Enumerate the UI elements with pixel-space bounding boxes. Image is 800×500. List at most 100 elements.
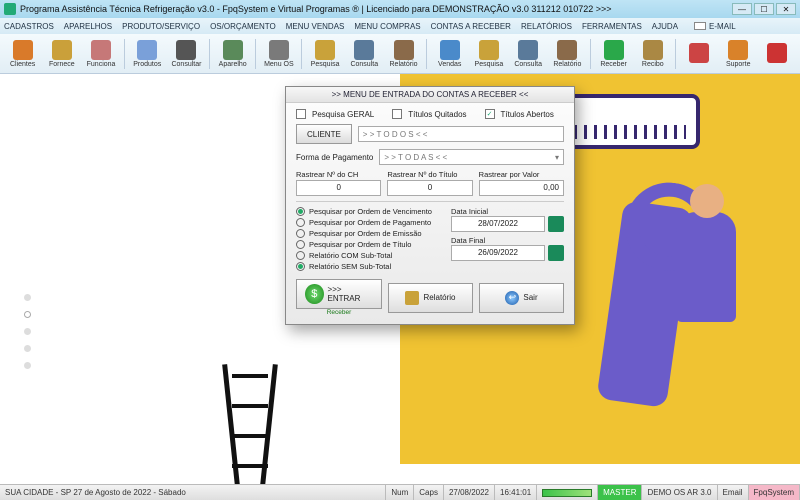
menu-receber[interactable]: CONTAS A RECEBER [431, 22, 511, 31]
status-date: 27/08/2022 [444, 485, 495, 500]
toolbar-icon [479, 40, 499, 60]
toolbar-recibo[interactable]: Recibo [634, 36, 671, 72]
radio-option[interactable]: Relatório SEM Sub-Total [296, 262, 443, 271]
toolbar-icon [176, 40, 196, 60]
toolbar-icon [767, 43, 787, 63]
carousel-dots [24, 294, 31, 369]
window-title: Programa Assistência Técnica Refrigeraçã… [20, 4, 612, 14]
toolbar-icon [518, 40, 538, 60]
toolbar: ClientesForneceFunciona ProdutosConsultar… [0, 34, 800, 74]
radio-icon [296, 218, 305, 227]
report-icon [405, 291, 419, 305]
toolbar-icon [643, 40, 663, 60]
menu-email[interactable]: E-MAIL [694, 22, 736, 31]
toolbar-consulta[interactable]: Consulta [510, 36, 547, 72]
technician-illustration [610, 184, 750, 434]
toolbar-consulta[interactable]: Consulta [346, 36, 383, 72]
dialog-title: >> MENU DE ENTRADA DO CONTAS A RECEBER <… [286, 87, 574, 103]
app-icon [4, 3, 16, 15]
toolbar-icon [315, 40, 335, 60]
chevron-down-icon: ▾ [555, 153, 559, 162]
checkbox-titulos-quitados[interactable] [392, 109, 402, 119]
cliente-field[interactable]: > > T O D O S < < [358, 126, 564, 142]
toolbar-icon [91, 40, 111, 60]
toolbar-receber[interactable]: Receber [595, 36, 632, 72]
menu-ferramentas[interactable]: FERRAMENTAS [582, 22, 642, 31]
sair-button[interactable]: ↩ Sair [479, 283, 564, 313]
rastrear-ch-input[interactable]: 0 [296, 180, 381, 196]
toolbar-produtos[interactable]: Produtos [129, 36, 166, 72]
forma-pagamento-select[interactable]: > > T O D A S < < ▾ [379, 149, 564, 165]
status-progress [537, 485, 598, 500]
status-demo: DEMO OS AR 3.0 [642, 485, 717, 500]
cliente-button[interactable]: CLIENTE [296, 124, 352, 144]
data-final-input[interactable]: 26/09/2022 [451, 245, 545, 261]
toolbar-aparelho[interactable]: Aparelho [214, 36, 251, 72]
menu-compras[interactable]: MENU COMPRAS [354, 22, 420, 31]
dot[interactable] [24, 345, 31, 352]
toolbar-clientes[interactable]: Clientes [4, 36, 41, 72]
toolbar-icon [52, 40, 72, 60]
radio-option[interactable]: Pesquisar por Ordem de Título [296, 240, 443, 249]
checkbox-titulos-abertos[interactable]: ✓ [485, 109, 495, 119]
toolbar-icon [604, 40, 624, 60]
toolbar-pesquisa[interactable]: Pesquisa [306, 36, 343, 72]
checkbox-pesquisa-geral[interactable] [296, 109, 306, 119]
menu-vendas[interactable]: MENU VENDAS [286, 22, 345, 31]
toolbar-icon [137, 40, 157, 60]
calendar-icon[interactable] [548, 216, 564, 232]
close-button[interactable]: ✕ [776, 3, 796, 15]
maximize-button[interactable]: ☐ [754, 3, 774, 15]
dot[interactable] [24, 362, 31, 369]
menu-aparelhos[interactable]: APARELHOS [64, 22, 112, 31]
menu-bar: CADASTROS APARELHOS PRODUTO/SERVIÇO OS/O… [0, 18, 800, 34]
toolbar-icon[interactable] [680, 36, 717, 72]
toolbar-icon[interactable] [759, 36, 796, 72]
contas-receber-dialog: >> MENU DE ENTRADA DO CONTAS A RECEBER <… [285, 86, 575, 325]
menu-os[interactable]: OS/ORÇAMENTO [210, 22, 276, 31]
money-icon: $ [305, 284, 324, 304]
toolbar-icon [269, 40, 289, 60]
toolbar-pesquisa[interactable]: Pesquisa [470, 36, 507, 72]
toolbar-icon [394, 40, 414, 60]
toolbar-vendas[interactable]: Vendas [431, 36, 468, 72]
toolbar-suporte[interactable]: Suporte [720, 36, 757, 72]
dot[interactable] [24, 328, 31, 335]
status-master: MASTER [598, 485, 642, 500]
status-city: SUA CIDADE - SP 27 de Agosto de 2022 - S… [0, 485, 386, 500]
toolbar-relatório[interactable]: Relatório [385, 36, 422, 72]
toolbar-funciona[interactable]: Funciona [82, 36, 119, 72]
toolbar-icon [440, 40, 460, 60]
menu-produto[interactable]: PRODUTO/SERVIÇO [122, 22, 200, 31]
status-num: Num [386, 485, 414, 500]
radio-icon [296, 240, 305, 249]
status-fpq[interactable]: FpqSystem [749, 485, 800, 500]
rastrear-valor-input[interactable]: 0,00 [479, 180, 564, 196]
calendar-icon[interactable] [548, 245, 564, 261]
exit-icon: ↩ [505, 291, 519, 305]
relatorio-button[interactable]: Relatório [388, 283, 473, 313]
menu-cadastros[interactable]: CADASTROS [4, 22, 54, 31]
dot-active[interactable] [24, 311, 31, 318]
rastrear-titulo-input[interactable]: 0 [387, 180, 472, 196]
radio-option[interactable]: Pesquisar por Ordem de Vencimento [296, 207, 443, 216]
toolbar-fornece[interactable]: Fornece [43, 36, 80, 72]
dot[interactable] [24, 294, 31, 301]
minimize-button[interactable]: — [732, 3, 752, 15]
toolbar-menu os[interactable]: Menu OS [260, 36, 297, 72]
toolbar-relatório[interactable]: Relatório [549, 36, 586, 72]
radio-option[interactable]: Pesquisar por Ordem de Pagamento [296, 218, 443, 227]
data-inicial-input[interactable]: 28/07/2022 [451, 216, 545, 232]
window-titlebar: Programa Assistência Técnica Refrigeraçã… [0, 0, 800, 18]
toolbar-consultar[interactable]: Consultar [168, 36, 205, 72]
toolbar-icon [354, 40, 374, 60]
radio-option[interactable]: Relatório COM Sub-Total [296, 251, 443, 260]
entrar-button[interactable]: $ >>> ENTRAR [296, 279, 382, 309]
status-email[interactable]: Email [718, 485, 749, 500]
toolbar-icon [223, 40, 243, 60]
menu-relatorios[interactable]: RELATÓRIOS [521, 22, 572, 31]
menu-ajuda[interactable]: AJUDA [652, 22, 678, 31]
status-caps: Caps [414, 485, 444, 500]
toolbar-icon [557, 40, 577, 60]
radio-option[interactable]: Pesquisar por Ordem de Emissão [296, 229, 443, 238]
